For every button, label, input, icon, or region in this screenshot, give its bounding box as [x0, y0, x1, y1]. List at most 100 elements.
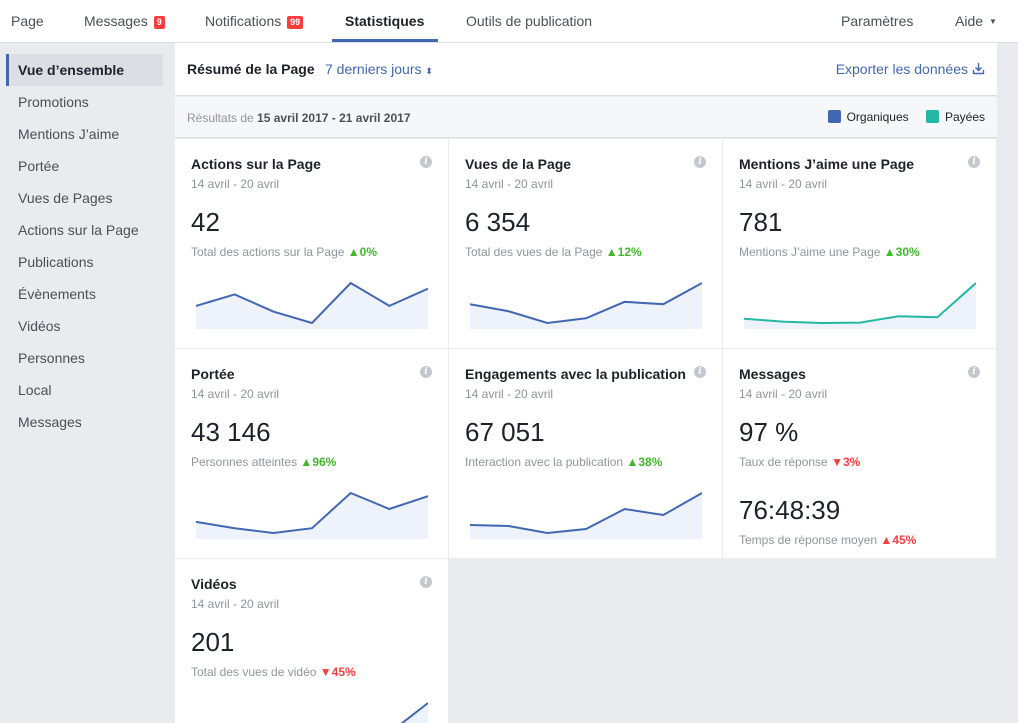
legend-item-paid: Payées [925, 110, 985, 124]
tab-outils-label: Outils de publication [466, 13, 593, 29]
card-subtitle-text: Taux de réponse [739, 455, 828, 469]
period-selector[interactable]: 7 derniers jours ⬍ [325, 61, 433, 77]
tab-messages-label: Messages [84, 13, 148, 29]
sidebar-item-evenements[interactable]: Évènements [6, 278, 163, 310]
card-value: 781 [739, 207, 783, 237]
results-range: Résultats de 15 avril 2017 - 21 avril 20… [187, 111, 411, 125]
card-value: 67 051 [465, 417, 545, 447]
card-subtitle: Total des vues de la Page ▲12% [465, 245, 642, 259]
sparkline-chart [470, 492, 702, 539]
download-icon [972, 63, 985, 75]
sidebar-item-label: Local [18, 382, 52, 398]
paid-swatch [925, 110, 939, 123]
info-icon[interactable]: i [968, 366, 980, 378]
card-mentions-jaime[interactable]: Mentions J’aime une Page i 14 avril - 20… [723, 139, 996, 348]
messages-count-badge: 9 [153, 16, 165, 29]
results-bar: Résultats de 15 avril 2017 - 21 avril 20… [175, 97, 997, 138]
card-secondary-subtitle-text: Temps de réponse moyen [739, 533, 878, 547]
sidebar-item-mentions-jaime[interactable]: Mentions J’aime [6, 118, 163, 150]
card-messages[interactable]: Messages i 14 avril - 20 avril 97 % Taux… [723, 349, 996, 558]
sidebar-item-promotions[interactable]: Promotions [6, 86, 163, 118]
sidebar-item-personnes[interactable]: Personnes [6, 342, 163, 374]
card-subtitle: Mentions J’aime une Page ▲30% [739, 245, 920, 259]
sidebar-item-label: Personnes [18, 350, 85, 366]
card-subtitle-text: Mentions J’aime une Page [739, 245, 881, 259]
sidebar: Vue d’ensemble Promotions Mentions J’aim… [6, 54, 163, 438]
card-title: Engagements avec la publication [465, 366, 686, 382]
tab-outils-de-publication[interactable]: Outils de publication [466, 0, 592, 42]
card-date-range: 14 avril - 20 avril [465, 177, 554, 191]
card-trend: 3% [842, 455, 861, 469]
card-title: Vues de la Page [465, 156, 572, 172]
tab-page[interactable]: Page [11, 0, 44, 42]
tab-statistiques[interactable]: Statistiques [345, 0, 424, 42]
trend-up-icon: ▲ [605, 245, 618, 259]
card-title: Actions sur la Page [191, 156, 321, 172]
card-trend: 0% [359, 245, 377, 259]
trend-up-icon: ▲ [880, 533, 893, 547]
trend-up-icon: ▲ [347, 245, 360, 259]
card-date-range: 14 avril - 20 avril [191, 177, 280, 191]
sparkline-line [400, 702, 428, 723]
sidebar-item-messages[interactable]: Messages [6, 406, 163, 438]
sparkline-chart [744, 282, 976, 329]
sparkline-area [402, 703, 428, 723]
results-dates: 15 avril 2017 - 21 avril 2017 [257, 111, 411, 125]
info-icon[interactable]: i [420, 366, 432, 378]
tab-page-label: Page [11, 13, 44, 29]
export-label: Exporter les données [835, 61, 968, 77]
info-icon[interactable]: i [420, 576, 432, 588]
export-data-link[interactable]: Exporter les données [836, 61, 985, 77]
sidebar-item-actions-page[interactable]: Actions sur la Page [6, 214, 163, 246]
tab-notifications[interactable]: Notifications 99 [205, 0, 304, 42]
card-videos[interactable]: Vidéos i 14 avril - 20 avril 201 Total d… [175, 559, 448, 723]
card-subtitle-text: Interaction avec la publication [465, 455, 624, 469]
summary-header: Résumé de la Page 7 derniers jours ⬍ Exp… [175, 43, 997, 96]
help-menu[interactable]: Aide ▼ [955, 0, 997, 42]
settings-link[interactable]: Paramètres [841, 0, 913, 42]
sidebar-item-vue-ensemble[interactable]: Vue d’ensemble [6, 54, 163, 86]
card-subtitle: Total des actions sur la Page ▲0% [191, 245, 377, 259]
sparkline-area [470, 493, 702, 539]
sparkline-chart [470, 282, 702, 329]
card-portee[interactable]: Portée i 14 avril - 20 avril 43 146 Pers… [175, 349, 448, 558]
card-date-range: 14 avril - 20 avril [739, 387, 828, 401]
sidebar-item-local[interactable]: Local [6, 374, 163, 406]
organic-swatch [827, 110, 841, 123]
sidebar-item-portee[interactable]: Portée [6, 150, 163, 182]
card-trend: 38% [638, 455, 663, 469]
sidebar-item-publications[interactable]: Publications [6, 246, 163, 278]
legend-organic-label: Organiques [846, 110, 909, 124]
info-icon[interactable]: i [968, 156, 980, 168]
card-value: 201 [191, 627, 235, 657]
card-secondary-subtitle: Temps de réponse moyen ▲45% [739, 533, 916, 547]
tab-messages[interactable]: Messages 9 [84, 0, 165, 42]
card-secondary-value: 76:48:39 [739, 495, 841, 525]
card-title: Mentions J’aime une Page [739, 156, 915, 172]
card-secondary-trend: 45% [892, 533, 917, 547]
card-vues-page[interactable]: Vues de la Page i 14 avril - 20 avril 6 … [449, 139, 722, 348]
card-engagements[interactable]: Engagements avec la publication i 14 avr… [449, 349, 722, 558]
sparkline-chart [196, 491, 428, 539]
info-icon[interactable]: i [694, 366, 706, 378]
card-value: 6 354 [465, 207, 531, 237]
info-icon[interactable]: i [420, 156, 432, 168]
card-trend: 12% [617, 245, 642, 259]
top-navigation: Page Messages 9 Notifications 99 Statist… [0, 0, 1018, 43]
period-label: 7 derniers jours [325, 61, 422, 77]
sidebar-item-vues-de-pages[interactable]: Vues de Pages [6, 182, 163, 214]
card-date-range: 14 avril - 20 avril [739, 177, 828, 191]
card-subtitle-text: Total des vues de la Page [465, 245, 603, 259]
sidebar-item-label: Messages [18, 414, 82, 430]
card-actions-page[interactable]: Actions sur la Page i 14 avril - 20 avri… [175, 139, 448, 348]
card-subtitle: Interaction avec la publication ▲38% [465, 455, 662, 469]
help-label: Aide [955, 13, 984, 29]
sidebar-item-videos[interactable]: Vidéos [6, 310, 163, 342]
tab-notifications-label: Notifications [205, 13, 282, 29]
results-prefix: Résultats de [187, 111, 254, 125]
info-icon[interactable]: i [694, 156, 706, 168]
sparkline-area [196, 493, 428, 539]
card-subtitle-text: Total des vues de vidéo [191, 665, 317, 679]
card-value: 97 % [739, 417, 799, 447]
main-panel: Résumé de la Page 7 derniers jours ⬍ Exp… [175, 43, 997, 723]
